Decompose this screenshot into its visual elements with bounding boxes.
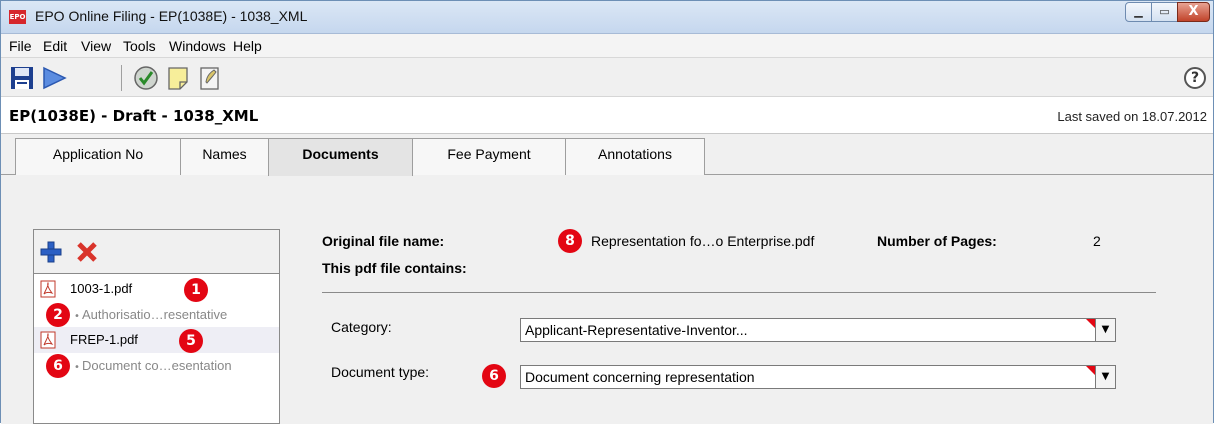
chevron-down-icon[interactable]: ▼ <box>1095 319 1115 341</box>
document-list-panel: 1003-1.pdf 1 2 • Authorisatio…resentativ… <box>33 229 280 424</box>
callout-marker: 2 <box>46 303 70 327</box>
tab-documents[interactable]: Documents <box>268 138 413 176</box>
document-type-label: Document co…esentation <box>82 358 232 373</box>
pdf-icon <box>40 331 56 349</box>
number-of-pages-value: 2 <box>1093 233 1101 249</box>
last-saved-status: Last saved on 18.07.2012 <box>1057 109 1207 124</box>
help-button[interactable]: ? <box>1184 67 1206 89</box>
required-flag-icon <box>1086 366 1095 375</box>
save-icon[interactable] <box>9 65 35 91</box>
document-type-label: Authorisatio…resentative <box>82 307 228 322</box>
original-file-name-value: Representation fo…o Enterprise.pdf <box>591 233 815 249</box>
maximize-button[interactable]: ▭ <box>1151 2 1178 22</box>
menu-edit[interactable]: Edit <box>43 38 67 54</box>
document-type-select[interactable]: Document concerning representation ▼ <box>520 365 1116 389</box>
tab-bar: Application No Names Documents Fee Payme… <box>1 134 1213 176</box>
window-title: EPO Online Filing - EP(1038E) - 1038_XML <box>35 8 308 24</box>
list-item[interactable]: 1003-1.pdf 1 <box>34 276 279 302</box>
menu-file[interactable]: File <box>9 38 32 54</box>
required-flag-icon <box>1086 319 1095 328</box>
tab-fee-payment[interactable]: Fee Payment <box>412 138 566 175</box>
minimize-button[interactable]: ▁ <box>1125 2 1152 22</box>
document-type-selected-value: Document concerning representation <box>525 369 755 385</box>
close-button[interactable]: X <box>1177 2 1210 22</box>
documents-content: 1003-1.pdf 1 2 • Authorisatio…resentativ… <box>1 176 1213 424</box>
chevron-down-icon[interactable]: ▼ <box>1095 366 1115 388</box>
callout-marker: 8 <box>558 229 582 253</box>
callout-marker: 6 <box>46 354 70 378</box>
toolbar: ? <box>1 58 1213 97</box>
document-file-name: 1003-1.pdf <box>70 281 133 296</box>
list-item[interactable]: FREP-1.pdf 5 <box>34 327 279 353</box>
document-list-toolbar <box>34 230 279 274</box>
category-label: Category: <box>331 319 392 335</box>
pdf-contains-label: This pdf file contains: <box>322 260 467 276</box>
note-icon[interactable] <box>165 65 191 91</box>
menu-view[interactable]: View <box>81 38 111 54</box>
bullet-icon: • <box>74 362 80 373</box>
original-file-name-label: Original file name: <box>322 233 445 249</box>
list-item[interactable]: 2 • Authorisatio…resentative <box>34 302 279 328</box>
document-file-name: FREP-1.pdf <box>70 332 138 347</box>
validate-icon[interactable] <box>133 65 159 91</box>
list-item[interactable]: 6 • Document co…esentation <box>34 353 279 379</box>
play-icon[interactable] <box>41 65 67 91</box>
number-of-pages-label: Number of Pages: <box>877 233 997 249</box>
tab-names[interactable]: Names <box>180 138 269 175</box>
menu-bar: File Edit View Tools Windows Help <box>1 34 1213 58</box>
sign-icon[interactable] <box>197 65 223 91</box>
tab-application-no[interactable]: Application No <box>15 138 181 175</box>
category-select[interactable]: Applicant-Representative-Inventor... ▼ <box>520 318 1116 342</box>
section-divider <box>322 292 1156 293</box>
delete-document-icon[interactable] <box>76 241 98 263</box>
tab-annotations[interactable]: Annotations <box>565 138 705 175</box>
title-bar[interactable]: EPO EPO Online Filing - EP(1038E) - 1038… <box>1 1 1213 34</box>
callout-marker: 1 <box>184 278 208 302</box>
menu-tools[interactable]: Tools <box>123 38 156 54</box>
menu-help[interactable]: Help <box>233 38 262 54</box>
callout-marker: 5 <box>179 329 203 353</box>
document-type-label: Document type: <box>331 364 430 380</box>
bullet-icon: • <box>74 311 80 322</box>
menu-windows[interactable]: Windows <box>169 38 226 54</box>
app-window: EPO EPO Online Filing - EP(1038E) - 1038… <box>0 0 1214 424</box>
document-header: EP(1038E) - Draft - 1038_XML Last saved … <box>1 97 1213 134</box>
toolbar-separator <box>121 65 122 91</box>
callout-marker: 6 <box>482 364 506 388</box>
epo-app-icon: EPO <box>9 10 26 24</box>
category-selected-value: Applicant-Representative-Inventor... <box>525 322 748 338</box>
add-document-icon[interactable] <box>40 241 62 263</box>
pdf-icon <box>40 280 56 298</box>
page-title: EP(1038E) - Draft - 1038_XML <box>9 107 259 125</box>
